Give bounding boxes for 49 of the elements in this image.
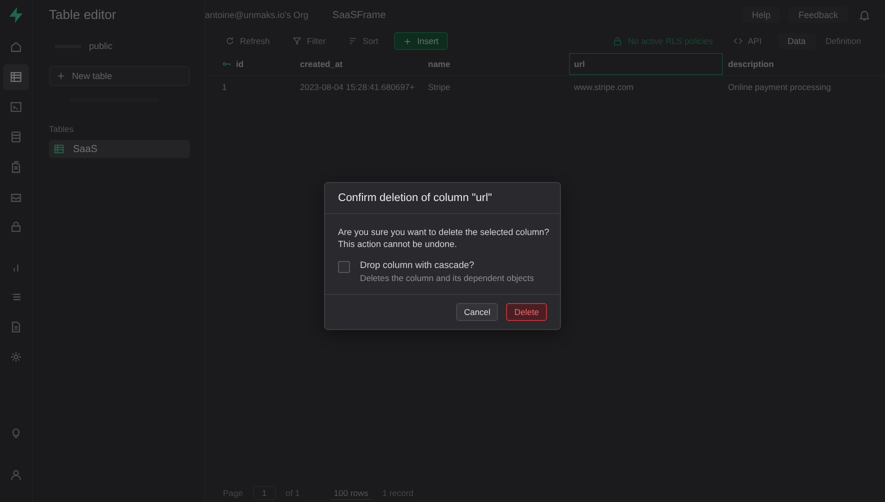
refresh-icon (225, 36, 235, 46)
bolt-logo-icon[interactable] (7, 6, 25, 24)
cascade-checkbox[interactable] (338, 261, 350, 274)
insert-button[interactable]: Insert (394, 32, 448, 50)
column-header[interactable]: name (423, 53, 569, 75)
lock-icon (612, 36, 623, 46)
cascade-description: Deletes the column and its dependent objects (360, 273, 534, 284)
plus-icon (403, 36, 412, 46)
plus-icon (56, 71, 66, 81)
breadcrumb-link[interactable]: SaaSFrame (332, 10, 386, 20)
new-table-button[interactable]: New table (49, 66, 190, 86)
schema-name: public (89, 41, 113, 51)
filter-icon (292, 36, 302, 46)
column-header[interactable]: description (723, 53, 885, 75)
cancel-button[interactable]: Cancel (456, 303, 498, 322)
terminal-icon (9, 100, 23, 114)
table-name: SaaS (73, 144, 98, 154)
view-tab[interactable]: Data (778, 33, 816, 49)
table-cell-text: 1 (221, 81, 228, 94)
cascade-label: Drop column with cascade? (360, 260, 476, 270)
column-header[interactable]: url (569, 53, 723, 75)
dialog-title: Confirm deletion of column "url" (325, 183, 560, 214)
home-icon (9, 40, 23, 54)
panel-title: Table editor (49, 6, 118, 24)
table-cell-text: Online payment processing (727, 81, 832, 94)
lock-icon (9, 220, 23, 234)
document-icon (9, 320, 23, 334)
delete-button[interactable]: Delete (506, 303, 547, 322)
nav-item[interactable] (3, 64, 29, 90)
table-cell-text: www.stripe.com (573, 81, 635, 94)
breadcrumb-link[interactable]: antoine@unmaks.io's Org (205, 10, 308, 20)
user-icon[interactable] (9, 468, 23, 482)
column-header[interactable]: id (217, 53, 295, 75)
file-stack-icon (9, 160, 23, 174)
rows-per-page-select[interactable]: 100 rows (330, 486, 372, 500)
table-icon (9, 70, 23, 84)
schema-select[interactable]: public (49, 36, 190, 56)
table-icon (53, 143, 65, 155)
column-header[interactable]: created_at (295, 53, 423, 75)
database-icon (9, 130, 23, 144)
table-cell-text: Stripe (427, 81, 452, 94)
help-button[interactable]: Help (742, 7, 780, 23)
bell-icon[interactable] (858, 8, 871, 22)
table-cell-text: 2023-08-04 15:28:41.680697+ (299, 81, 416, 94)
table-list-item[interactable]: SaaS (49, 140, 190, 158)
sort-icon (348, 36, 358, 46)
code-icon (732, 36, 743, 46)
feedback-button[interactable]: Feedback (788, 7, 848, 23)
dialog-message: Are you sure you want to delete the selected column? This action cannot be undone. (337, 226, 550, 252)
